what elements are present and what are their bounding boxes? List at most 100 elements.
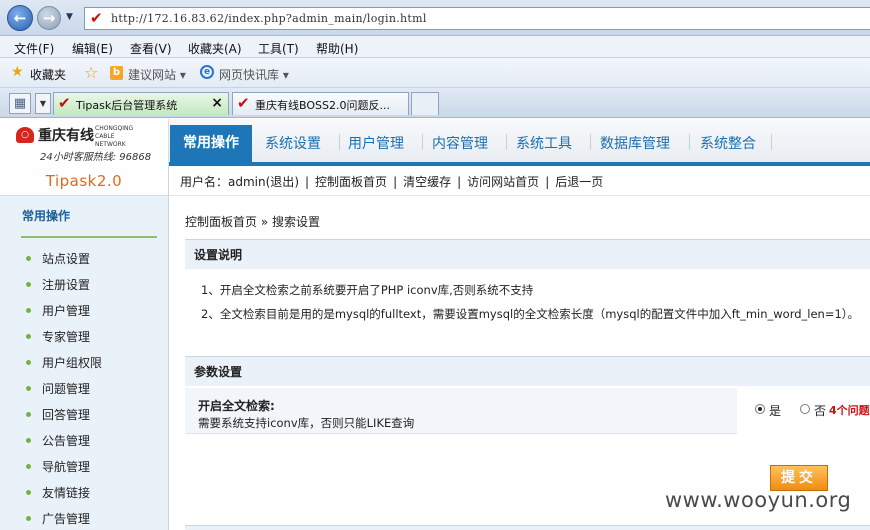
- toolbar-links: 用户名：admin(退出) | 控制面板首页 | 清空缓存 | 访问网站首页 | 后退一页: [180, 175, 604, 189]
- quick-tabs-icon[interactable]: ▦: [9, 93, 31, 114]
- new-tab-button[interactable]: [411, 92, 439, 115]
- topnav-common-ops[interactable]: 常用操作: [170, 125, 252, 162]
- sidebar-item-label: 回答管理: [42, 408, 91, 422]
- sidebar-item-register-settings[interactable]: 注册设置: [26, 276, 90, 294]
- bullet-icon: [26, 334, 31, 339]
- tab-list-icon[interactable]: ▼: [35, 93, 51, 114]
- sidebar-item-label: 专家管理: [42, 330, 91, 344]
- fulltext-label: 开启全文检索:: [198, 399, 275, 413]
- menu-edit[interactable]: 编辑(E): [72, 40, 113, 57]
- fulltext-setting-row: 开启全文检索: 需要系统支持iconv库，否则只能LIKE查询 是 否 4个问题: [185, 388, 870, 434]
- sidebar-item-site-settings[interactable]: 站点设置: [26, 250, 90, 268]
- bing-icon: b: [110, 66, 123, 80]
- admin-toolbar: 用户名：admin(退出) | 控制面板首页 | 清空缓存 | 访问网站首页 | 后退一页: [169, 166, 870, 196]
- menu-tools[interactable]: 工具(T): [258, 40, 299, 57]
- tab-title: 重庆有线BOSS2.0问题反...: [255, 99, 390, 112]
- back-button[interactable]: ←: [7, 5, 33, 31]
- settings-note-2: 2、全文检索目前是用的是mysql的fulltext，需要设置mysql的全文检…: [201, 307, 860, 321]
- sidebar-item-answers[interactable]: 回答管理: [26, 406, 90, 424]
- page-check-icon: ✔: [58, 94, 71, 112]
- suggested-sites-button[interactable]: 建议网站 ▾: [128, 66, 186, 83]
- close-tab-icon[interactable]: ×: [211, 95, 223, 111]
- menu-favorites[interactable]: 收藏夹(A): [188, 40, 242, 57]
- sidebar-brand: Tipask2.0: [0, 166, 168, 196]
- sidebar-item-ads[interactable]: 广告管理: [26, 510, 90, 528]
- sidebar-item-label: 注册设置: [42, 278, 91, 292]
- bullet-icon: [26, 438, 31, 443]
- breadcrumb: 控制面板首页 » 搜索设置: [185, 215, 320, 229]
- param-settings-header: 参数设置: [185, 356, 870, 386]
- bullet-icon: [26, 282, 31, 287]
- certificate-check-icon: ✔: [90, 9, 103, 27]
- visit-site-link[interactable]: 访问网站首页: [467, 175, 539, 189]
- clear-cache-link[interactable]: 清空缓存: [403, 175, 451, 189]
- favorites-bar: ★ 收藏夹 ☆ b 建议网站 ▾ e 网页快讯库 ▾: [0, 58, 870, 88]
- bullet-icon: [26, 464, 31, 469]
- sidebar-item-questions[interactable]: 问题管理: [26, 380, 90, 398]
- bullet-icon: [26, 412, 31, 417]
- bullet-icon: [26, 360, 31, 365]
- topnav-divider: [506, 134, 507, 150]
- address-input[interactable]: ✔ http://172.16.83.62/index.php?admin_ma…: [84, 7, 870, 30]
- topnav-system-tools[interactable]: 系统工具: [516, 133, 572, 153]
- bullet-icon: [26, 386, 31, 391]
- tab-bar: ▦ ▼ ✔ Tipask后台管理系统 × ✔ 重庆有线BOSS2.0问题反...: [0, 88, 870, 118]
- logo-english: CHONGQING CABLE NETWORK: [95, 125, 134, 148]
- topnav-system-settings[interactable]: 系统设置: [265, 133, 321, 153]
- tab-tipask-admin[interactable]: ✔ Tipask后台管理系统 ×: [53, 92, 229, 115]
- topnav-system-integration[interactable]: 系统整合: [700, 133, 756, 153]
- question-count-warning: 4个问题: [829, 404, 870, 417]
- cable-logo-icon: ○: [16, 127, 34, 143]
- panel-footer: [185, 525, 870, 530]
- sidebar-item-label: 公告管理: [42, 434, 91, 448]
- favorites-star-icon[interactable]: ★: [11, 64, 24, 80]
- sidebar-item-announcements[interactable]: 公告管理: [26, 432, 90, 450]
- sidebar-divider: [21, 236, 157, 238]
- forward-button[interactable]: →: [37, 6, 61, 30]
- fulltext-label-cell: 开启全文检索: 需要系统支持iconv库，否则只能LIKE查询: [185, 388, 737, 434]
- topnav-divider: [422, 134, 423, 150]
- sidebar-item-label: 用户组权限: [42, 356, 103, 370]
- url-text[interactable]: http://172.16.83.62/index.php?admin_main…: [111, 12, 427, 25]
- web-slice-gallery-button[interactable]: 网页快讯库 ▾: [219, 66, 289, 83]
- sidebar-item-label: 友情链接: [42, 486, 91, 500]
- topnav-database-management[interactable]: 数据库管理: [600, 133, 670, 153]
- logout-link[interactable]: 退出: [270, 175, 294, 189]
- fulltext-no-radio[interactable]: [800, 404, 810, 414]
- fulltext-yes-radio[interactable]: [755, 404, 765, 414]
- sidebar-item-experts[interactable]: 专家管理: [26, 328, 90, 346]
- sidebar-item-users[interactable]: 用户管理: [26, 302, 90, 320]
- page-check-icon: ✔: [237, 94, 250, 112]
- top-navigation: 常用操作 系统设置 用户管理 内容管理 系统工具 数据库管理 系统整合: [169, 119, 870, 166]
- tab-boss-feedback[interactable]: ✔ 重庆有线BOSS2.0问题反...: [232, 92, 409, 115]
- sidebar-item-label: 导航管理: [42, 460, 91, 474]
- wooyun-watermark: www.wooyun.org: [665, 488, 852, 512]
- fulltext-no-label: 否: [814, 404, 827, 418]
- topnav-divider: [689, 134, 690, 150]
- address-bar-row: ← → ▼ ✔ http://172.16.83.62/index.php?ad…: [0, 0, 870, 36]
- topnav-user-management[interactable]: 用户管理: [348, 133, 404, 153]
- favorites-button[interactable]: 收藏夹: [30, 66, 66, 83]
- menu-view[interactable]: 查看(V): [130, 40, 172, 57]
- topnav-divider: [771, 134, 772, 150]
- menu-help[interactable]: 帮助(H): [316, 40, 358, 57]
- sidebar-item-navigation[interactable]: 导航管理: [26, 458, 90, 476]
- sidebar-item-friend-links[interactable]: 友情链接: [26, 484, 90, 502]
- add-favorite-icon[interactable]: ☆: [84, 63, 98, 82]
- bullet-icon: [26, 490, 31, 495]
- username-label: 用户名：admin: [180, 175, 266, 189]
- menu-bar: 文件(F) 编辑(E) 查看(V) 收藏夹(A) 工具(T) 帮助(H): [0, 36, 870, 58]
- sidebar-section-title[interactable]: 常用操作: [22, 207, 70, 224]
- topnav-content-management[interactable]: 内容管理: [432, 133, 488, 153]
- main-content: 控制面板首页 » 搜索设置 设置说明 1、开启全文检索之前系统要开启了PHP i…: [169, 196, 870, 530]
- ie-icon: e: [200, 65, 214, 79]
- bullet-icon: [26, 308, 31, 313]
- site-logo: ○ 重庆有线 CHONGQING CABLE NETWORK 24小时客服热线:…: [0, 119, 169, 166]
- menu-file[interactable]: 文件(F): [14, 40, 54, 57]
- history-dropdown-icon[interactable]: ▼: [66, 12, 73, 22]
- control-panel-home-link[interactable]: 控制面板首页: [315, 175, 387, 189]
- sidebar-item-usergroup-permissions[interactable]: 用户组权限: [26, 354, 102, 372]
- fulltext-yes-label: 是: [769, 404, 782, 418]
- logo-hotline: 24小时客服热线: 96868: [40, 152, 152, 163]
- go-back-link[interactable]: 后退一页: [555, 175, 603, 189]
